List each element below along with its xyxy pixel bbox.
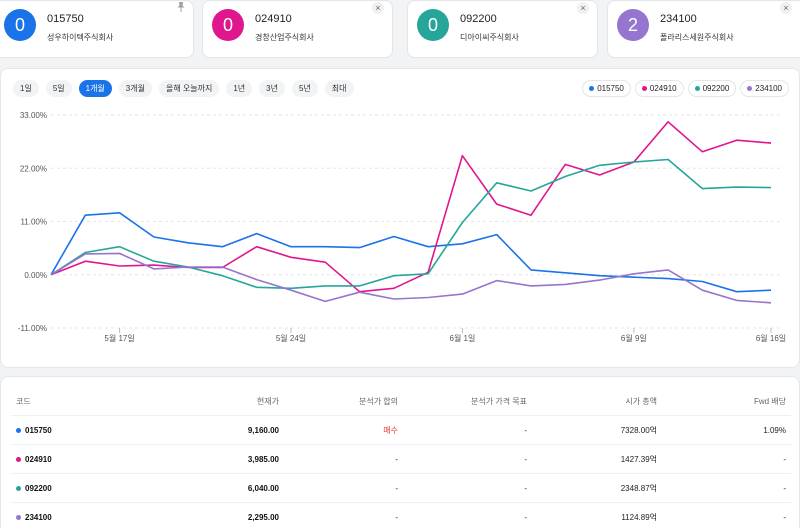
- row-market-cap: 1124.89억: [621, 513, 657, 522]
- row-market-cap: 2348.87억: [620, 484, 657, 493]
- header-fwd-dividend: Fwd 배당: [753, 397, 786, 406]
- stock-name: 폴라리스세원주식회사: [660, 33, 734, 42]
- stock-name: 디아이씨주식회사: [460, 33, 519, 42]
- table-row[interactable]: 092200 6,040.00 - - 2348.87억 -: [11, 474, 791, 503]
- row-price: 3,985.00: [247, 455, 279, 464]
- row-price: 6,040.00: [247, 484, 279, 493]
- row-target: -: [524, 426, 527, 435]
- stock-avatar: 0: [417, 9, 449, 41]
- series-dot: [16, 515, 21, 520]
- stock-code: 024910: [255, 13, 292, 25]
- y-tick-label: 22.00%: [20, 164, 47, 173]
- y-tick-label: 11.00%: [20, 218, 47, 227]
- row-fwd-dividend: -: [783, 484, 786, 493]
- row-code-text: 024910: [25, 455, 52, 464]
- close-icon[interactable]: ×: [577, 2, 589, 14]
- row-code: 024910: [16, 445, 52, 474]
- stock-card[interactable]: 2 234100 폴라리스세원주식회사 ×: [607, 0, 800, 58]
- stock-avatar: 0: [4, 9, 36, 41]
- row-target: -: [524, 455, 527, 464]
- close-icon[interactable]: ×: [372, 2, 384, 14]
- x-tick-label: 6월 9일: [621, 333, 647, 343]
- row-fwd-dividend: -: [783, 455, 786, 464]
- row-market-cap: 1427.39억: [620, 455, 657, 464]
- row-code-text: 015750: [25, 426, 52, 435]
- row-code: 234100: [16, 503, 52, 528]
- stock-card[interactable]: 0 015750 성우하이텍주식회사: [0, 0, 194, 58]
- stock-code: 234100: [660, 13, 697, 25]
- table-header-row: 코드 현재가 분석가 합의 분석가 가격 목표 시가 총액 Fwd 배당: [11, 387, 791, 416]
- y-tick-label: -11.00%: [18, 324, 47, 333]
- x-tick-label: 6월 16일: [756, 333, 786, 343]
- table-row[interactable]: 015750 9,160.00 매수 - 7328.00억 1.09%: [11, 416, 791, 445]
- x-tick-label: 6월 1일: [450, 333, 476, 343]
- x-tick-label: 5월 24일: [276, 333, 306, 343]
- row-consensus: -: [395, 455, 398, 464]
- row-market-cap: 7328.00억: [620, 426, 657, 435]
- row-code-text: 092200: [25, 484, 52, 493]
- y-tick-label: 0.00%: [24, 271, 47, 280]
- row-price: 9,160.00: [247, 426, 279, 435]
- comparison-table: 코드 현재가 분석가 합의 분석가 가격 목표 시가 총액 Fwd 배당 015…: [0, 376, 800, 528]
- stock-code: 092200: [460, 13, 497, 25]
- header-target: 분석가 가격 목표: [471, 397, 527, 406]
- row-target: -: [524, 513, 527, 522]
- series-dot: [16, 486, 21, 491]
- stock-code: 015750: [47, 13, 84, 25]
- row-code-text: 234100: [25, 513, 52, 522]
- row-fwd-dividend: 1.09%: [763, 426, 786, 435]
- stock-avatar: 0: [212, 9, 244, 41]
- stock-cards: 0 015750 성우하이텍주식회사 0 024910 경창산업주식회사 × 0…: [0, 0, 800, 60]
- stock-card[interactable]: 0 024910 경창산업주식회사 ×: [202, 0, 393, 58]
- header-consensus: 분석가 합의: [358, 397, 398, 406]
- pin-icon[interactable]: [175, 1, 187, 13]
- close-icon[interactable]: ×: [780, 2, 792, 14]
- x-tick-label: 5월 17일: [104, 333, 134, 343]
- header-price: 현재가: [256, 397, 279, 406]
- chart-panel: 1일 5일 1개월 3개월 올해 오늘까지 1년 3년 5년 최대 015750…: [0, 68, 800, 368]
- row-fwd-dividend: -: [783, 513, 786, 522]
- row-code: 092200: [16, 474, 52, 503]
- performance-chart: 33.00% 22.00% 11.00% 0.00% -11.00% 5월 17일 5월 2…: [18, 111, 786, 343]
- header-code: 코드: [16, 397, 31, 406]
- table-row[interactable]: 234100 2,295.00 - - 1124.89억 -: [11, 503, 791, 528]
- stock-name: 경창산업주식회사: [255, 33, 314, 42]
- stock-avatar: 2: [617, 9, 649, 41]
- row-consensus: -: [395, 513, 398, 522]
- row-consensus: 매수: [383, 426, 398, 435]
- row-code: 015750: [16, 416, 52, 445]
- stock-name: 성우하이텍주식회사: [47, 33, 114, 42]
- series-dot: [16, 457, 21, 462]
- table-row[interactable]: 024910 3,985.00 - - 1427.39억 -: [11, 445, 791, 474]
- y-tick-label: 33.00%: [20, 111, 47, 120]
- row-target: -: [524, 484, 527, 493]
- stock-card[interactable]: 0 092200 디아이씨주식회사 ×: [407, 0, 598, 58]
- series-line-024910: [50, 120, 772, 293]
- series-dot: [16, 428, 21, 433]
- header-market-cap: 시가 총액: [625, 397, 657, 406]
- row-consensus: -: [395, 484, 398, 493]
- row-price: 2,295.00: [247, 513, 279, 522]
